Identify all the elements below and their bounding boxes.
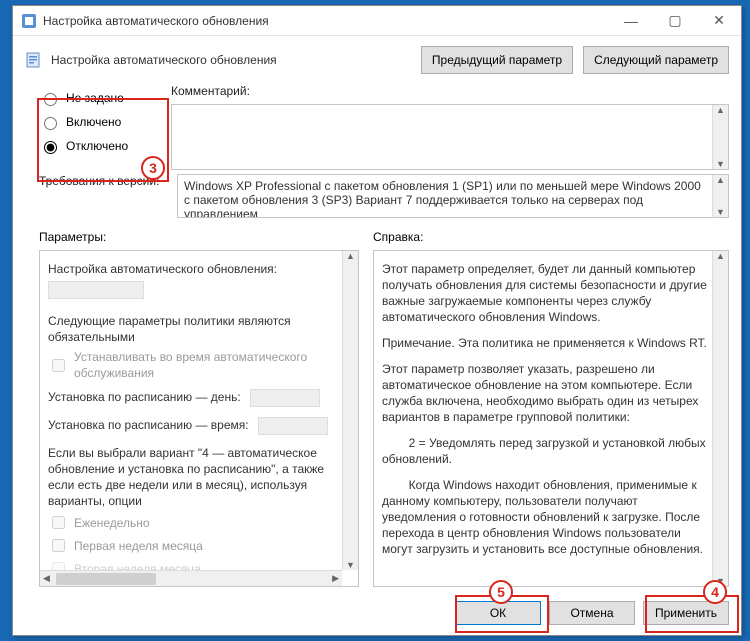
comment-textarea[interactable] bbox=[172, 105, 712, 169]
next-param-button[interactable]: Следующий параметр bbox=[583, 46, 729, 74]
state-radios: Не задано Включено Отключено bbox=[39, 82, 157, 170]
parameters-label: Параметры: bbox=[39, 230, 359, 244]
apply-button[interactable]: Применить bbox=[643, 601, 729, 625]
radio-label: Отключено bbox=[66, 139, 128, 153]
requirements-field: Windows XP Professional с пакетом обновл… bbox=[177, 174, 729, 218]
radio-label: Не задано bbox=[66, 91, 124, 105]
params-scrollbar-h[interactable]: ◀▶ bbox=[40, 570, 342, 586]
comment-column: Комментарий: ▲▼ bbox=[171, 82, 729, 170]
help-paragraph: Когда Windows находит обновления, примен… bbox=[382, 477, 708, 557]
titlebar: Настройка автоматического обновления — ▢… bbox=[13, 6, 741, 36]
help-scrollbar-v[interactable]: ▲▼ bbox=[712, 251, 728, 586]
ok-button[interactable]: ОК bbox=[455, 601, 541, 625]
help-paragraph: Этот параметр позволяет указать, разреше… bbox=[382, 361, 708, 425]
close-button[interactable]: ✕ bbox=[697, 6, 741, 36]
param-line: Настройка автоматического обновления: bbox=[48, 261, 338, 277]
comment-field: ▲▼ bbox=[171, 104, 729, 170]
help-paragraph: 2 = Уведомлять перед загрузкой и установ… bbox=[382, 435, 708, 467]
help-panel: Этот параметр определяет, будет ли данны… bbox=[373, 250, 729, 587]
radio-disabled[interactable]: Отключено bbox=[39, 134, 157, 158]
cancel-button[interactable]: Отмена bbox=[549, 601, 635, 625]
policy-icon bbox=[25, 52, 41, 68]
maximize-button[interactable]: ▢ bbox=[653, 6, 697, 36]
requirements-scrollbar[interactable]: ▲▼ bbox=[712, 175, 728, 217]
policy-heading: Настройка автоматического обновления bbox=[51, 53, 411, 67]
parameters-panel: Настройка автоматического обновления: Сл… bbox=[39, 250, 359, 587]
dialog-window: Настройка автоматического обновления — ▢… bbox=[12, 5, 742, 636]
help-label: Справка: bbox=[373, 230, 729, 244]
param-line-time: Установка по расписанию — время: bbox=[48, 417, 338, 435]
param-paragraph: Если вы выбрали вариант "4 — автоматичес… bbox=[48, 445, 338, 509]
param-combo-day[interactable] bbox=[250, 389, 320, 407]
param-combo-config[interactable] bbox=[48, 281, 144, 299]
param-combo-time[interactable] bbox=[258, 417, 328, 435]
comment-scrollbar[interactable]: ▲▼ bbox=[712, 105, 728, 169]
header-row: Настройка автоматического обновления Пре… bbox=[13, 36, 741, 74]
chk-label: Устанавливать во время автоматического о… bbox=[74, 349, 338, 381]
chk-weekly[interactable]: Еженедельно bbox=[48, 513, 338, 532]
params-scrollbar-v[interactable]: ▲▼ bbox=[342, 251, 358, 570]
prev-param-button[interactable]: Предыдущий параметр bbox=[421, 46, 573, 74]
requirements-row: Требования к версии: Windows XP Professi… bbox=[13, 170, 741, 218]
param-line: Следующие параметры политики являются об… bbox=[48, 313, 338, 345]
window-title: Настройка автоматического обновления bbox=[43, 14, 609, 28]
top-section: Не задано Включено Отключено Комментарий… bbox=[13, 74, 741, 170]
comment-label: Комментарий: bbox=[171, 84, 729, 98]
panel-labels: Параметры: Справка: bbox=[13, 218, 741, 244]
requirements-text: Windows XP Professional с пакетом обновл… bbox=[178, 175, 712, 217]
chk-label: Первая неделя месяца bbox=[74, 538, 203, 554]
chk-label: Еженедельно bbox=[74, 515, 150, 531]
app-icon bbox=[21, 13, 37, 29]
chk-first-week[interactable]: Первая неделя месяца bbox=[48, 536, 338, 555]
help-paragraph: Примечание. Эта политика не применяется … bbox=[382, 335, 708, 351]
radio-enabled[interactable]: Включено bbox=[39, 110, 157, 134]
help-paragraph: Этот параметр определяет, будет ли данны… bbox=[382, 261, 708, 325]
radio-label: Включено bbox=[66, 115, 121, 129]
chk-install-during[interactable]: Устанавливать во время автоматического о… bbox=[48, 349, 338, 381]
radio-not-configured[interactable]: Не задано bbox=[39, 86, 157, 110]
param-line-day: Установка по расписанию — день: bbox=[48, 389, 338, 407]
panels-row: Настройка автоматического обновления: Сл… bbox=[13, 244, 741, 593]
footer: ОК Отмена Применить bbox=[13, 593, 741, 635]
requirements-label: Требования к версии: bbox=[39, 174, 167, 188]
minimize-button[interactable]: — bbox=[609, 6, 653, 36]
